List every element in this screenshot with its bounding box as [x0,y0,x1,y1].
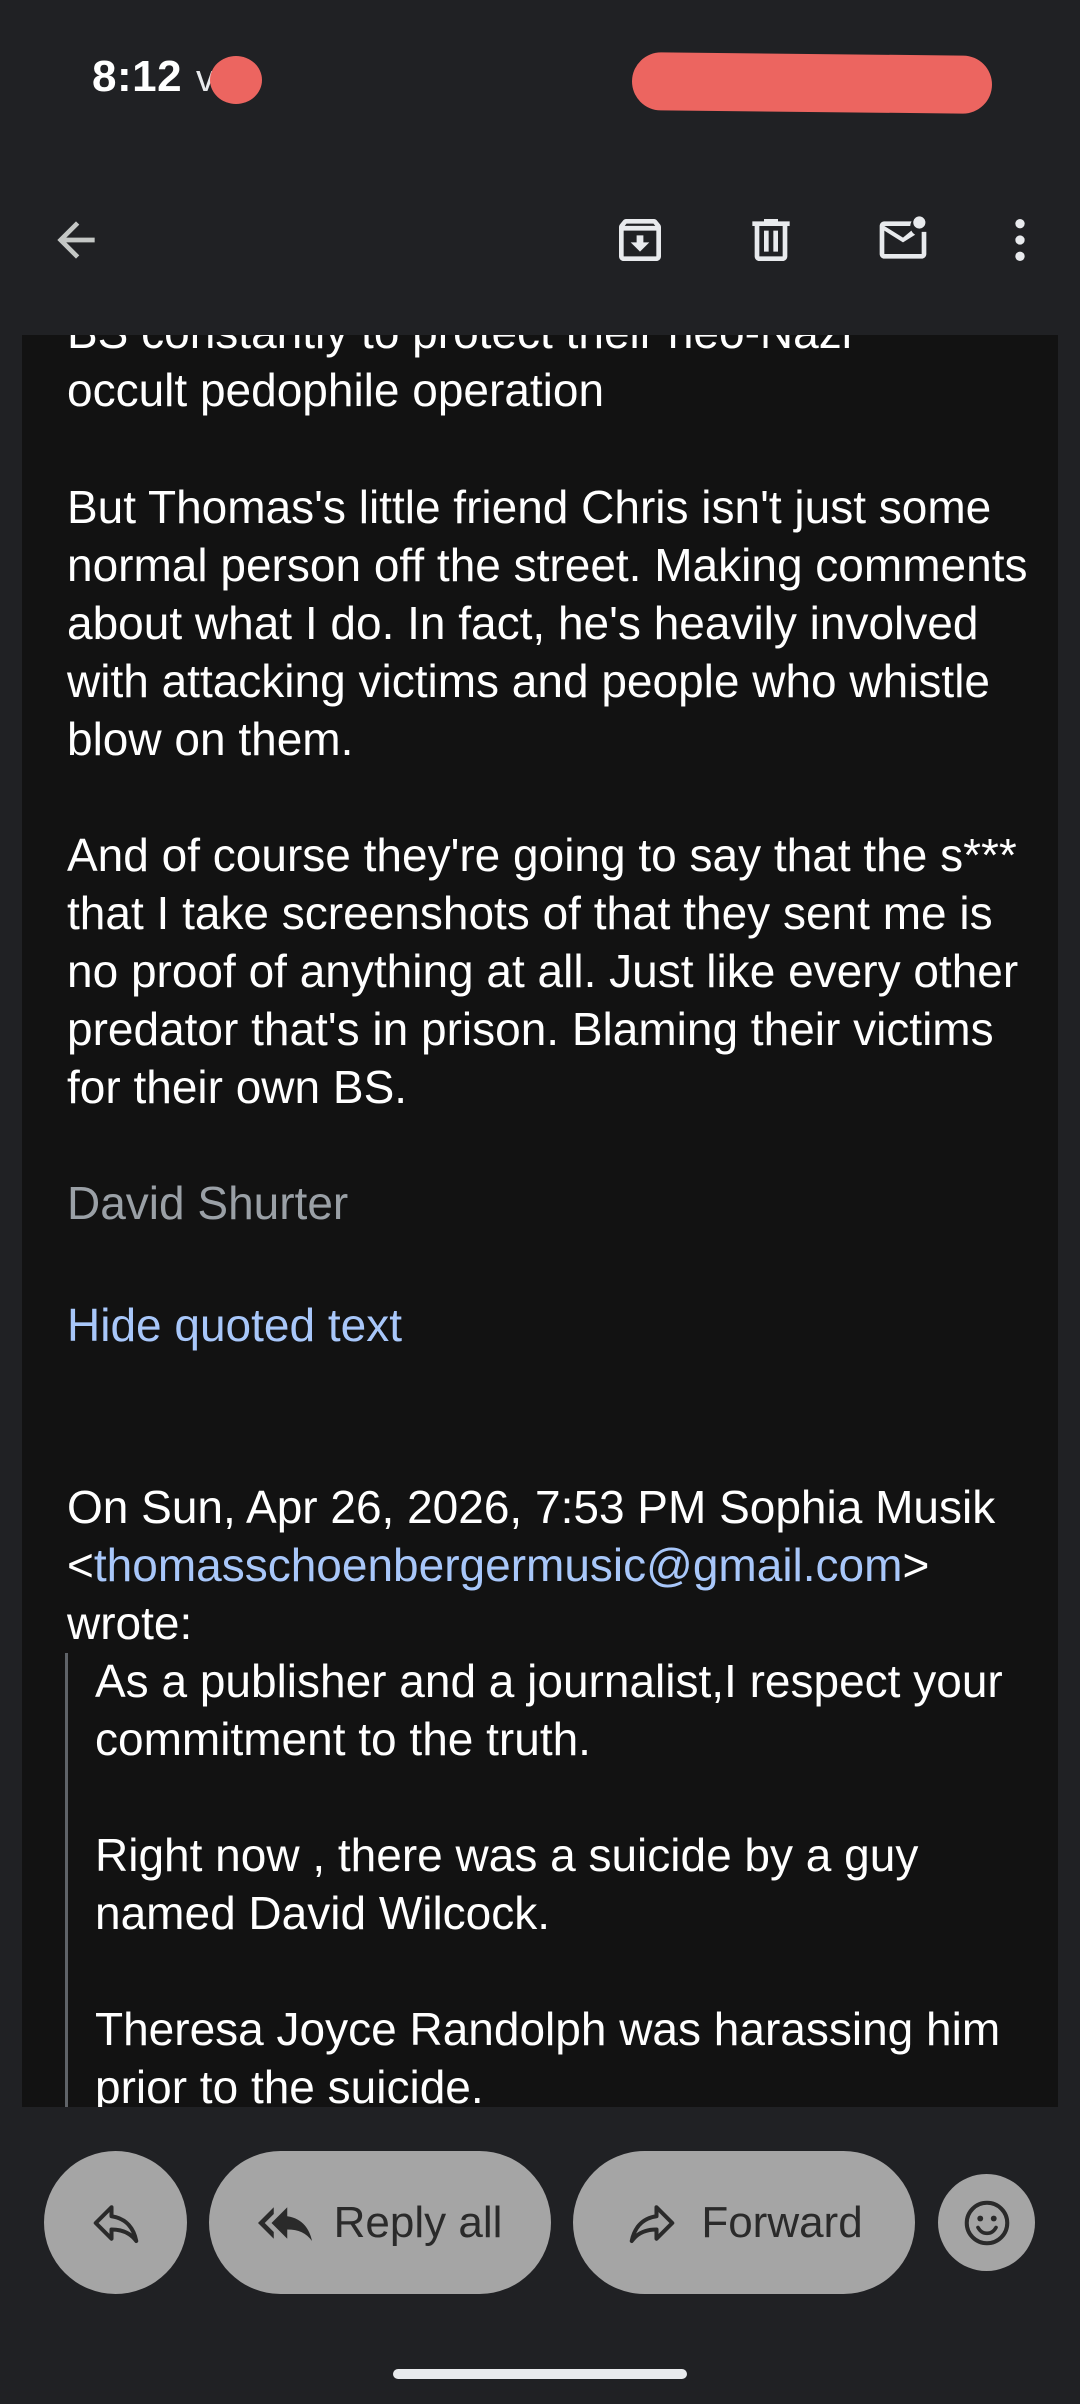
emoji-reaction-button[interactable] [938,2174,1035,2271]
redaction-mark-status-icons [631,52,993,114]
redaction-mark [210,56,262,104]
home-indicator[interactable] [393,2369,687,2379]
more-vert-icon [1015,219,1025,261]
reply-button[interactable] [44,2151,187,2294]
archive-icon [619,219,661,261]
sender-email-link[interactable]: thomasschoenbergermusic@gmail.com [94,1539,903,1591]
forward-button[interactable]: Forward [573,2151,915,2294]
reply-all-icon [257,2206,312,2241]
emoji-icon [964,2200,1009,2245]
forward-icon [630,2204,675,2243]
signature: David Shurter [67,1177,349,1229]
quoted-header: On Sun, Apr 26, 2026, 7:53 PM Sophia Mus… [67,1478,1047,1652]
status-time: 8:12 [92,52,183,101]
message-body: BS constantly to protect their neo-Nazi … [22,335,1058,2107]
hide-quoted-text-link[interactable]: Hide quoted text [67,1296,402,1354]
quoted-paragraph-1: As a publisher and a journalist,I respec… [95,1655,1003,1765]
reply-all-label: Reply all [333,2197,503,2247]
message-paragraph-1-tail: occult pedophile operation [67,364,605,416]
back-button[interactable] [36,200,116,280]
reply-all-button[interactable]: Reply all [209,2151,551,2294]
reply-icon [93,2204,138,2243]
message-paragraph-3: And of course they're going to say that … [67,829,1019,1113]
arrow-back-icon [57,221,95,259]
message-paragraph-2: But Thomas's little friend Chris isn't j… [67,481,1028,765]
archive-button[interactable] [600,200,680,280]
mark-unread-button[interactable] [863,200,943,280]
message-cut-line: BS constantly to protect their neo-Nazi [67,335,1047,361]
delete-button[interactable] [731,200,811,280]
status-bar: 8:12 v [0,0,1080,160]
toolbar [0,160,1080,335]
mark-unread-icon [879,216,927,259]
quote-divider [65,1653,68,2107]
trash-icon [752,219,790,261]
action-bar: Reply all Forward [0,2107,1080,2404]
more-options-button[interactable] [980,200,1060,280]
forward-label: Forward [701,2197,863,2247]
quoted-paragraph-3: Theresa Joyce Randolph was harassing him… [95,2003,1001,2107]
quoted-paragraph-2: Right now , there was a suicide by a guy… [95,1829,919,1939]
